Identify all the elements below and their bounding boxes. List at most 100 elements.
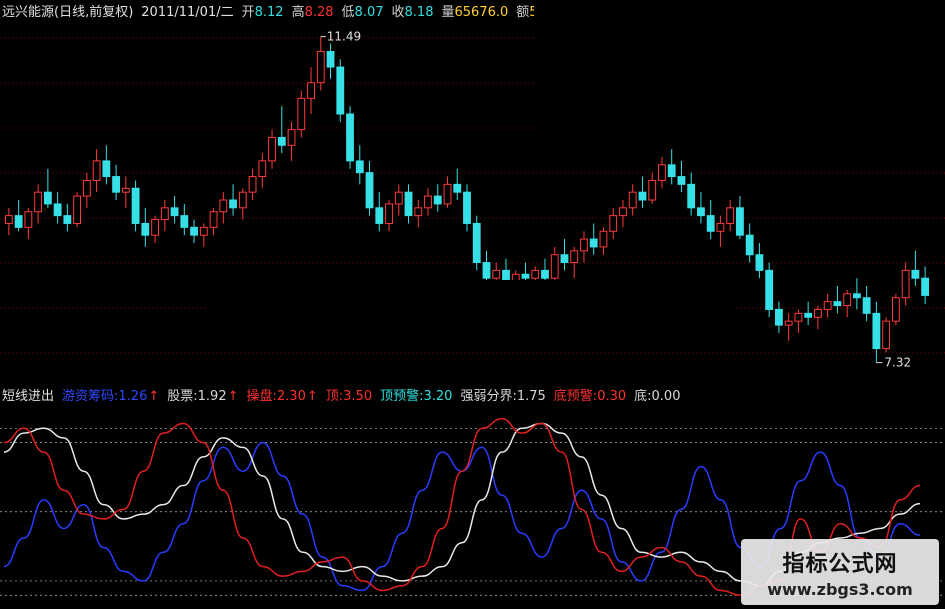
candle — [346, 106, 354, 169]
candle — [414, 200, 423, 228]
indicator-item: 股票:1.92↑ — [167, 385, 238, 404]
indicator-item-label: 操盘: — [246, 388, 277, 404]
bar-vol: 量65676.0 — [441, 1, 508, 20]
candle — [833, 286, 842, 314]
indicator-item-label: 强弱分界: — [460, 388, 517, 404]
candle — [472, 215, 481, 271]
candle — [677, 160, 686, 193]
candle — [687, 172, 696, 216]
bar-vol-label: 量 — [441, 4, 455, 20]
bar-high: 高8.28 — [292, 1, 334, 20]
candle — [121, 176, 130, 208]
candle — [326, 43, 335, 79]
candle — [775, 301, 783, 333]
candle — [268, 129, 276, 169]
candle — [463, 184, 471, 232]
candle — [199, 223, 208, 247]
indicator-item-value: 1.92 — [197, 388, 227, 404]
bar-high-value: 8.28 — [304, 4, 334, 20]
bar-amt-label: 额 — [516, 4, 530, 20]
candle — [82, 172, 91, 208]
indicator-item-value: 3.50 — [343, 388, 373, 404]
candle — [638, 176, 647, 208]
candle — [706, 200, 715, 240]
candle — [852, 278, 861, 310]
watermark-url: www.zbgs3.com — [767, 579, 913, 599]
candle — [911, 250, 920, 286]
candle — [580, 231, 588, 263]
candle — [843, 289, 852, 318]
candle — [667, 149, 676, 185]
candle — [297, 90, 306, 138]
indicator-item: 底:0.00 — [634, 385, 680, 404]
candle — [151, 215, 159, 243]
candle — [541, 258, 549, 283]
candle — [784, 313, 793, 341]
candle — [394, 184, 403, 216]
indicator-item-label: 底: — [634, 388, 652, 404]
candle — [102, 145, 111, 185]
up-arrow-icon: ↑ — [148, 388, 160, 404]
watermark-logo: 指标公式网 www.zbgs3.com — [741, 539, 939, 605]
candle — [609, 207, 618, 240]
candle — [63, 203, 72, 232]
candle — [190, 219, 198, 243]
bar-open-label: 开 — [241, 4, 255, 20]
bar-low-value: 8.07 — [354, 4, 384, 20]
candle — [872, 301, 881, 363]
stock-title: 远兴能源(日线,前复权) — [2, 4, 134, 20]
candle — [355, 145, 364, 185]
candle — [550, 246, 559, 283]
candle — [433, 184, 442, 212]
candle — [648, 172, 657, 204]
indicator-info-bar: 短线进出 游资筹码:1.26↑ 股票:1.92↑ 操盘:2.30↑ 顶:3.50 顶预警… — [0, 384, 680, 404]
candle — [891, 293, 900, 326]
candle — [765, 262, 774, 318]
bar-close-label: 收 — [391, 4, 405, 20]
indicator-item-value: 1.75 — [516, 388, 546, 404]
candle — [180, 203, 189, 236]
candle — [823, 293, 832, 318]
indicator-item-label: 底预警: — [553, 388, 598, 404]
indicator-item: 顶:3.50 — [326, 385, 372, 404]
indicator-item: 强弱分界:1.75 — [460, 385, 545, 404]
candle — [238, 188, 247, 220]
candle — [141, 207, 150, 247]
candle — [14, 200, 23, 232]
candle — [589, 223, 598, 255]
stock-chart-window: 远兴能源(日线,前复权) 2011/11/01/二 开8.12 高8.28 低8.07… — [0, 0, 945, 609]
candle — [277, 106, 286, 154]
candle — [901, 262, 910, 306]
indicator-item-value: 0.30 — [597, 388, 627, 404]
candle — [258, 153, 267, 189]
candle — [112, 164, 121, 200]
candle — [92, 149, 101, 193]
candle — [229, 184, 237, 216]
candle — [160, 200, 169, 232]
bar-open-value: 8.12 — [254, 4, 284, 20]
candle — [736, 196, 744, 240]
up-arrow-icon: ↑ — [227, 388, 239, 404]
candle — [43, 168, 52, 208]
candle — [921, 266, 930, 304]
redaction-block-top-right — [534, 0, 945, 140]
candle — [560, 239, 569, 271]
candle — [716, 215, 725, 247]
watermark-title: 指标公式网 — [782, 551, 898, 577]
candle — [385, 200, 393, 232]
indicator-item: 底预警:0.30 — [554, 385, 626, 404]
indicator-item-value: 1.26 — [118, 388, 148, 404]
candle — [570, 246, 579, 279]
bar-low-label: 低 — [341, 4, 355, 20]
candle — [209, 207, 218, 236]
max-price-label: 11.49 — [327, 30, 361, 44]
min-price-label: 7.32 — [884, 356, 911, 370]
indicator-item-label: 游资筹码: — [62, 388, 119, 404]
candle — [4, 207, 13, 236]
bar-close-value: 8.18 — [404, 4, 434, 20]
indicator-item-value: 2.30 — [276, 388, 306, 404]
bar-close: 收8.18 — [392, 1, 434, 20]
indicator-name: 短线进出 — [2, 388, 55, 404]
candle — [599, 227, 608, 255]
bar-date: 2011/11/01/二 — [141, 4, 234, 20]
